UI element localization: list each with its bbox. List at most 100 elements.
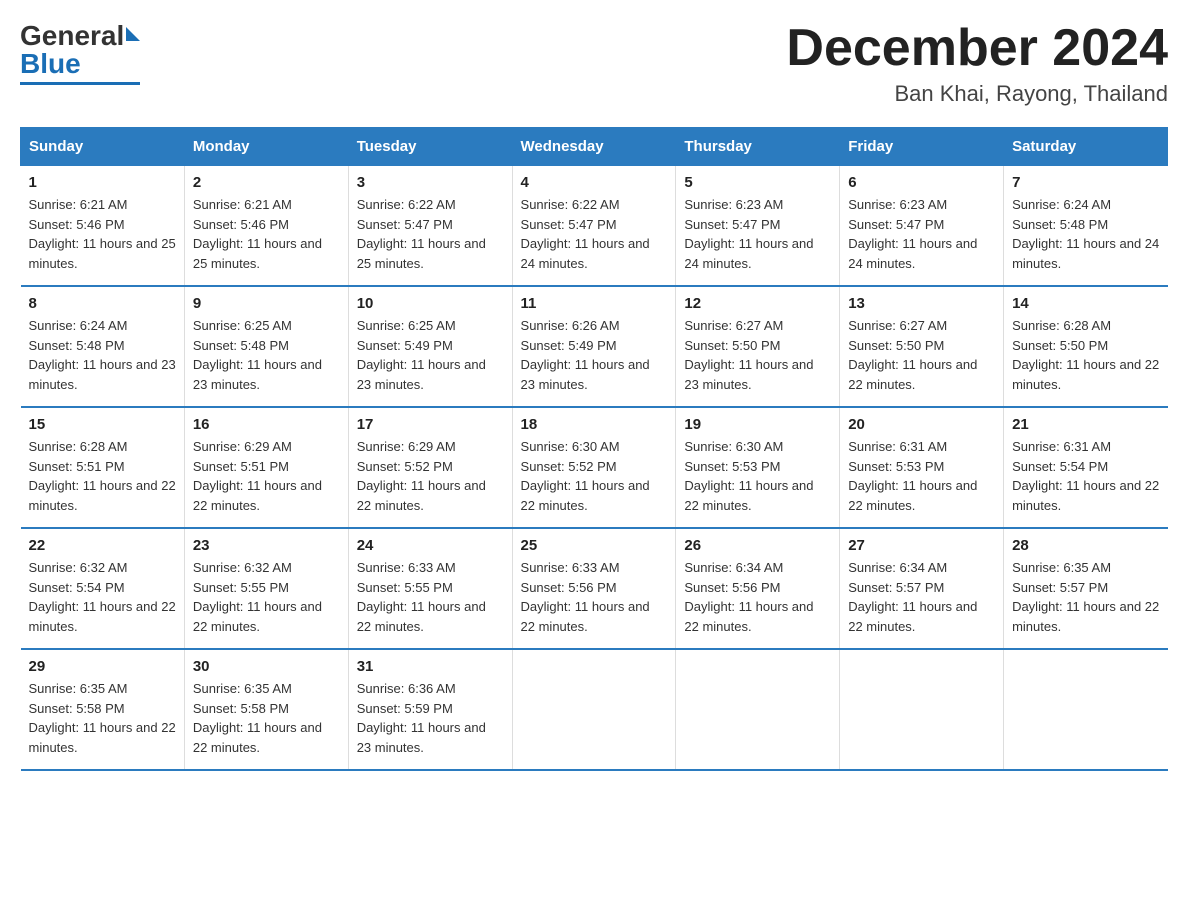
table-row: 11 Sunrise: 6:26 AM Sunset: 5:49 PM Dayl… <box>512 286 676 407</box>
table-row: 7 Sunrise: 6:24 AM Sunset: 5:48 PM Dayli… <box>1004 166 1168 287</box>
day-info: Sunrise: 6:25 AM Sunset: 5:49 PM Dayligh… <box>357 316 504 394</box>
calendar-table: Sunday Monday Tuesday Wednesday Thursday… <box>20 127 1168 771</box>
table-row: 17 Sunrise: 6:29 AM Sunset: 5:52 PM Dayl… <box>348 407 512 528</box>
table-row: 20 Sunrise: 6:31 AM Sunset: 5:53 PM Dayl… <box>840 407 1004 528</box>
day-info: Sunrise: 6:22 AM Sunset: 5:47 PM Dayligh… <box>357 195 504 273</box>
table-row <box>1004 649 1168 770</box>
day-number: 8 <box>29 295 176 312</box>
table-row: 12 Sunrise: 6:27 AM Sunset: 5:50 PM Dayl… <box>676 286 840 407</box>
day-number: 18 <box>521 416 668 433</box>
table-row: 24 Sunrise: 6:33 AM Sunset: 5:55 PM Dayl… <box>348 528 512 649</box>
day-number: 4 <box>521 174 668 191</box>
day-info: Sunrise: 6:24 AM Sunset: 5:48 PM Dayligh… <box>1012 195 1159 273</box>
day-info: Sunrise: 6:21 AM Sunset: 5:46 PM Dayligh… <box>193 195 340 273</box>
location-title: Ban Khai, Rayong, Thailand <box>786 81 1168 107</box>
table-row <box>512 649 676 770</box>
calendar-week-row: 8 Sunrise: 6:24 AM Sunset: 5:48 PM Dayli… <box>21 286 1168 407</box>
table-row: 18 Sunrise: 6:30 AM Sunset: 5:52 PM Dayl… <box>512 407 676 528</box>
day-number: 1 <box>29 174 176 191</box>
page-header: General Blue December 2024 Ban Khai, Ray… <box>20 20 1168 107</box>
table-row: 22 Sunrise: 6:32 AM Sunset: 5:54 PM Dayl… <box>21 528 185 649</box>
day-info: Sunrise: 6:28 AM Sunset: 5:50 PM Dayligh… <box>1012 316 1159 394</box>
day-info: Sunrise: 6:28 AM Sunset: 5:51 PM Dayligh… <box>29 437 176 515</box>
table-row: 31 Sunrise: 6:36 AM Sunset: 5:59 PM Dayl… <box>348 649 512 770</box>
calendar-week-row: 22 Sunrise: 6:32 AM Sunset: 5:54 PM Dayl… <box>21 528 1168 649</box>
day-number: 13 <box>848 295 995 312</box>
day-info: Sunrise: 6:35 AM Sunset: 5:58 PM Dayligh… <box>29 679 176 757</box>
day-info: Sunrise: 6:25 AM Sunset: 5:48 PM Dayligh… <box>193 316 340 394</box>
table-row: 25 Sunrise: 6:33 AM Sunset: 5:56 PM Dayl… <box>512 528 676 649</box>
day-number: 27 <box>848 537 995 554</box>
table-row: 4 Sunrise: 6:22 AM Sunset: 5:47 PM Dayli… <box>512 166 676 287</box>
table-row: 3 Sunrise: 6:22 AM Sunset: 5:47 PM Dayli… <box>348 166 512 287</box>
logo-blue-text: Blue <box>20 48 81 80</box>
day-number: 26 <box>684 537 831 554</box>
day-number: 30 <box>193 658 340 675</box>
day-info: Sunrise: 6:34 AM Sunset: 5:56 PM Dayligh… <box>684 558 831 636</box>
table-row: 29 Sunrise: 6:35 AM Sunset: 5:58 PM Dayl… <box>21 649 185 770</box>
day-number: 16 <box>193 416 340 433</box>
day-number: 9 <box>193 295 340 312</box>
day-info: Sunrise: 6:27 AM Sunset: 5:50 PM Dayligh… <box>684 316 831 394</box>
table-row: 28 Sunrise: 6:35 AM Sunset: 5:57 PM Dayl… <box>1004 528 1168 649</box>
day-number: 7 <box>1012 174 1159 191</box>
table-row: 19 Sunrise: 6:30 AM Sunset: 5:53 PM Dayl… <box>676 407 840 528</box>
day-info: Sunrise: 6:32 AM Sunset: 5:54 PM Dayligh… <box>29 558 176 636</box>
col-sunday: Sunday <box>21 128 185 166</box>
logo-underline <box>20 82 140 85</box>
day-number: 23 <box>193 537 340 554</box>
day-number: 31 <box>357 658 504 675</box>
col-thursday: Thursday <box>676 128 840 166</box>
day-number: 22 <box>29 537 176 554</box>
day-number: 12 <box>684 295 831 312</box>
table-row: 23 Sunrise: 6:32 AM Sunset: 5:55 PM Dayl… <box>184 528 348 649</box>
day-number: 21 <box>1012 416 1159 433</box>
col-friday: Friday <box>840 128 1004 166</box>
day-number: 10 <box>357 295 504 312</box>
day-number: 11 <box>521 295 668 312</box>
day-info: Sunrise: 6:33 AM Sunset: 5:55 PM Dayligh… <box>357 558 504 636</box>
table-row: 15 Sunrise: 6:28 AM Sunset: 5:51 PM Dayl… <box>21 407 185 528</box>
title-block: December 2024 Ban Khai, Rayong, Thailand <box>786 20 1168 107</box>
table-row: 8 Sunrise: 6:24 AM Sunset: 5:48 PM Dayli… <box>21 286 185 407</box>
table-row: 9 Sunrise: 6:25 AM Sunset: 5:48 PM Dayli… <box>184 286 348 407</box>
month-title: December 2024 <box>786 20 1168 77</box>
day-number: 3 <box>357 174 504 191</box>
day-info: Sunrise: 6:35 AM Sunset: 5:57 PM Dayligh… <box>1012 558 1159 636</box>
col-saturday: Saturday <box>1004 128 1168 166</box>
day-info: Sunrise: 6:22 AM Sunset: 5:47 PM Dayligh… <box>521 195 668 273</box>
day-info: Sunrise: 6:29 AM Sunset: 5:52 PM Dayligh… <box>357 437 504 515</box>
calendar-week-row: 15 Sunrise: 6:28 AM Sunset: 5:51 PM Dayl… <box>21 407 1168 528</box>
day-info: Sunrise: 6:36 AM Sunset: 5:59 PM Dayligh… <box>357 679 504 757</box>
col-tuesday: Tuesday <box>348 128 512 166</box>
day-number: 28 <box>1012 537 1159 554</box>
day-info: Sunrise: 6:33 AM Sunset: 5:56 PM Dayligh… <box>521 558 668 636</box>
day-number: 14 <box>1012 295 1159 312</box>
day-info: Sunrise: 6:34 AM Sunset: 5:57 PM Dayligh… <box>848 558 995 636</box>
day-info: Sunrise: 6:27 AM Sunset: 5:50 PM Dayligh… <box>848 316 995 394</box>
table-row: 16 Sunrise: 6:29 AM Sunset: 5:51 PM Dayl… <box>184 407 348 528</box>
day-info: Sunrise: 6:29 AM Sunset: 5:51 PM Dayligh… <box>193 437 340 515</box>
table-row: 5 Sunrise: 6:23 AM Sunset: 5:47 PM Dayli… <box>676 166 840 287</box>
col-monday: Monday <box>184 128 348 166</box>
day-number: 2 <box>193 174 340 191</box>
table-row: 6 Sunrise: 6:23 AM Sunset: 5:47 PM Dayli… <box>840 166 1004 287</box>
table-row: 10 Sunrise: 6:25 AM Sunset: 5:49 PM Dayl… <box>348 286 512 407</box>
day-number: 15 <box>29 416 176 433</box>
calendar-week-row: 1 Sunrise: 6:21 AM Sunset: 5:46 PM Dayli… <box>21 166 1168 287</box>
day-number: 6 <box>848 174 995 191</box>
day-info: Sunrise: 6:23 AM Sunset: 5:47 PM Dayligh… <box>848 195 995 273</box>
day-number: 19 <box>684 416 831 433</box>
table-row: 30 Sunrise: 6:35 AM Sunset: 5:58 PM Dayl… <box>184 649 348 770</box>
day-info: Sunrise: 6:24 AM Sunset: 5:48 PM Dayligh… <box>29 316 176 394</box>
day-info: Sunrise: 6:31 AM Sunset: 5:54 PM Dayligh… <box>1012 437 1159 515</box>
logo-triangle-icon <box>126 27 140 41</box>
table-row <box>676 649 840 770</box>
table-row: 2 Sunrise: 6:21 AM Sunset: 5:46 PM Dayli… <box>184 166 348 287</box>
col-wednesday: Wednesday <box>512 128 676 166</box>
table-row <box>840 649 1004 770</box>
day-number: 20 <box>848 416 995 433</box>
day-info: Sunrise: 6:26 AM Sunset: 5:49 PM Dayligh… <box>521 316 668 394</box>
day-number: 25 <box>521 537 668 554</box>
table-row: 26 Sunrise: 6:34 AM Sunset: 5:56 PM Dayl… <box>676 528 840 649</box>
